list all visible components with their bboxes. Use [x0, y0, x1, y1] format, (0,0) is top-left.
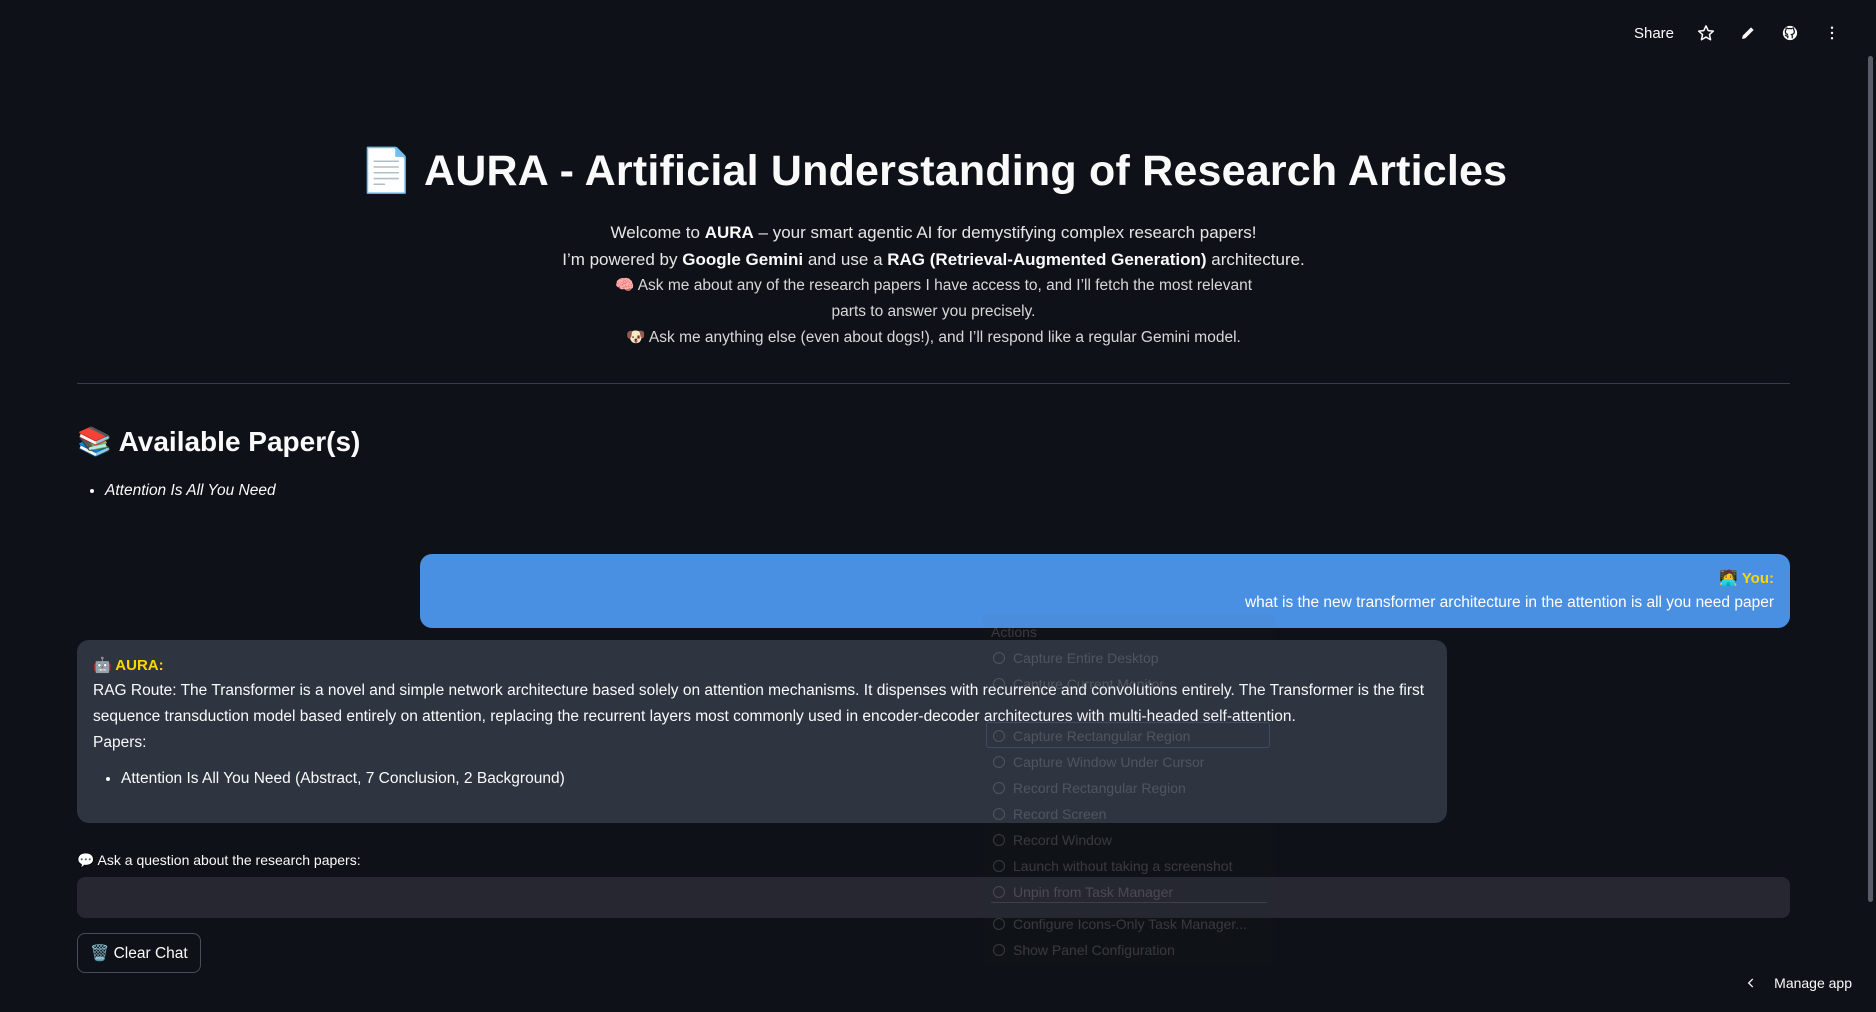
clear-chat-button[interactable]: 🗑️ Clear Chat: [77, 933, 201, 973]
ghost-context-menu: Actions Capture Entire Desktop Capture C…: [983, 614, 1275, 966]
question-input[interactable]: [77, 877, 1790, 918]
ghost-menu-separator: [991, 902, 1267, 903]
top-toolbar: Share: [1634, 0, 1876, 66]
user-message-text: what is the new transformer architecture…: [1244, 594, 1774, 611]
ghost-menu-item: Configure Icons-Only Task Manager...: [993, 916, 1247, 932]
papers-list: Attention Is All You Need: [77, 482, 276, 500]
available-papers-heading: 📚 Available Paper(s): [77, 426, 361, 457]
ghost-menu-item: Show Panel Configuration: [993, 942, 1175, 958]
chevron-left-icon: [1747, 978, 1754, 988]
screenshot-icon: [993, 652, 1005, 664]
ghost-menu-item: Capture Rectangular Region: [993, 728, 1190, 744]
ghost-menu-item: Capture Entire Desktop: [993, 650, 1159, 666]
user-label: 🧑‍💻 You:: [1719, 570, 1774, 587]
share-button[interactable]: Share: [1634, 25, 1674, 42]
manage-app-button[interactable]: Manage app: [1744, 968, 1852, 998]
pencil-icon[interactable]: [1738, 23, 1758, 43]
pin-icon: [993, 886, 1005, 898]
screenshot-icon: [993, 808, 1005, 820]
document-icon: 📄: [359, 147, 414, 195]
star-icon[interactable]: [1696, 23, 1716, 43]
screenshot-icon: [993, 860, 1005, 872]
page-title-text: AURA - Artificial Understanding of Resea…: [424, 147, 1508, 195]
edit-icon: [993, 944, 1005, 956]
github-icon[interactable]: [1780, 23, 1800, 43]
manage-app-label: Manage app: [1774, 975, 1852, 991]
intro-line-2: I’m powered by Google Gemini and use a R…: [562, 250, 1305, 269]
ghost-menu-title: Actions: [991, 624, 1037, 640]
screenshot-icon: [993, 782, 1005, 794]
more-vertical-icon[interactable]: [1822, 23, 1842, 43]
intro-line-3: 🧠 Ask me about any of the research paper…: [614, 277, 1253, 320]
scrollbar-thumb[interactable]: [1868, 56, 1873, 902]
ghost-menu-item: Capture Current Monitor: [993, 676, 1164, 692]
ghost-menu-item: Capture Window Under Cursor: [993, 754, 1204, 770]
divider: [77, 383, 1790, 384]
ghost-menu-item: Record Rectangular Region: [993, 780, 1186, 796]
ghost-menu-item: Launch without taking a screenshot: [993, 858, 1232, 874]
ghost-menu-item: Record Screen: [993, 806, 1106, 822]
intro-line-1: Welcome to AURA – your smart agentic AI …: [610, 223, 1257, 242]
intro-line-4: 🐶 Ask me anything else (even about dogs!…: [626, 329, 1241, 346]
intro-text: Welcome to AURA – your smart agentic AI …: [77, 219, 1790, 351]
screenshot-icon: [993, 678, 1005, 690]
ghost-menu-item: Unpin from Task Manager: [993, 884, 1173, 900]
question-input-label: 💬 Ask a question about the research pape…: [77, 852, 361, 868]
screenshot-icon: [993, 756, 1005, 768]
paper-item: Attention Is All You Need: [105, 482, 276, 500]
screenshot-icon: [993, 834, 1005, 846]
page-title: 📄 AURA - Artificial Understanding of Res…: [77, 146, 1790, 196]
ghost-menu-item: Record Window: [993, 832, 1112, 848]
scrollbar[interactable]: [1866, 0, 1876, 1012]
screenshot-icon: [993, 730, 1005, 742]
configure-icon: [993, 918, 1005, 930]
